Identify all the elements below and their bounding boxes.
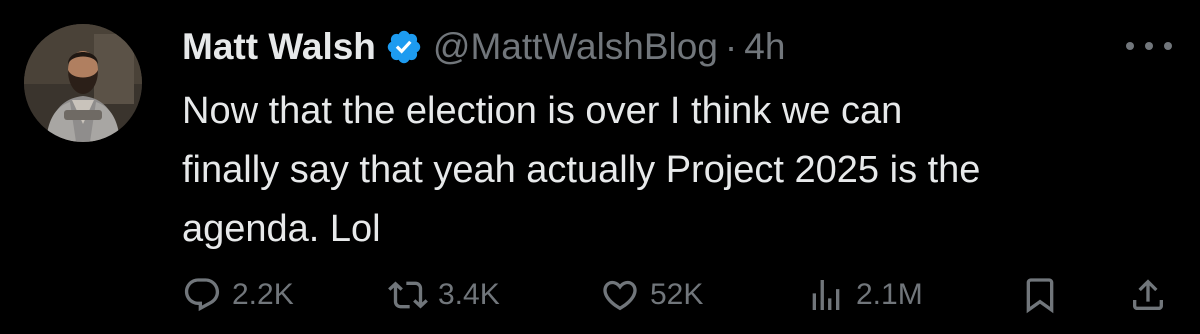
more-dot — [1126, 42, 1134, 50]
tweet-text-line: finally say that yeah actually Project 2… — [182, 149, 981, 191]
more-icon[interactable] — [1126, 38, 1172, 54]
views-count: 2.1M — [856, 278, 923, 311]
avatar-image — [24, 24, 142, 142]
reply-count: 2.2K — [232, 278, 294, 311]
views-icon — [812, 280, 840, 310]
like-count: 52K — [650, 278, 704, 311]
reply-icon — [184, 278, 220, 312]
author-name[interactable]: Matt Walsh — [182, 26, 376, 68]
bookmark-icon — [1026, 278, 1054, 314]
share-icon — [1133, 279, 1163, 310]
action-bar: 2.2K 3.4K 52K 2.1M — [182, 270, 1170, 320]
share-button[interactable] — [1128, 270, 1168, 320]
tweet-header: Matt Walsh @MattWalshBlog · 4h — [182, 22, 785, 72]
tweet-text: Now that the election is over I think we… — [182, 82, 1172, 259]
tweet[interactable]: Matt Walsh @MattWalshBlog · 4h Now that … — [0, 0, 1200, 334]
reply-button[interactable]: 2.2K — [182, 270, 294, 320]
tweet-text-line: Now that the election is over I think we… — [182, 90, 903, 132]
verified-badge-icon — [387, 30, 421, 64]
bookmark-button[interactable] — [1020, 270, 1060, 320]
repost-count: 3.4K — [438, 278, 500, 311]
views-button[interactable]: 2.1M — [806, 270, 923, 320]
tweet-text-line: agenda. Lol — [182, 208, 381, 250]
repost-button[interactable]: 3.4K — [388, 270, 500, 320]
author-handle[interactable]: @MattWalshBlog — [433, 26, 718, 68]
like-icon — [603, 280, 637, 311]
like-button[interactable]: 52K — [600, 270, 703, 320]
repost-icon — [388, 281, 428, 309]
more-dot — [1145, 42, 1153, 50]
avatar[interactable] — [24, 24, 142, 142]
timestamp[interactable]: 4h — [744, 26, 785, 68]
more-dot — [1164, 42, 1172, 50]
separator-dot: · — [724, 26, 738, 67]
